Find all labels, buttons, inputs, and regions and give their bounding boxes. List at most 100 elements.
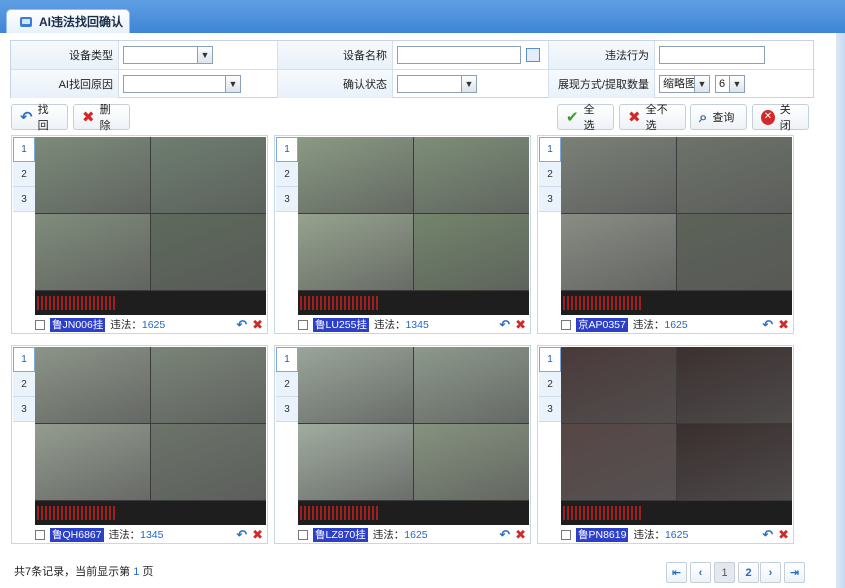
image-tab-2[interactable]: 2 [13, 162, 35, 187]
delete-button[interactable]: ✖ 删除 [73, 104, 130, 132]
device-type-select[interactable]: ▼ [123, 46, 213, 64]
plate-number: 京AP0357 [576, 317, 628, 332]
photo-caption-band [35, 291, 266, 315]
page-2-button[interactable]: 2 [738, 562, 759, 583]
violation-photo[interactable] [561, 347, 792, 525]
restore-icon[interactable]: ↶ [236, 317, 247, 333]
back-button[interactable]: ↶ 找回 [11, 104, 68, 132]
card-caption: 鲁JN006挂 违法：1625 ↶ ✖ [35, 316, 266, 333]
next-page-button[interactable]: › [760, 562, 781, 583]
image-tab-3[interactable]: 3 [539, 397, 561, 422]
title-bar: AI违法找回确认 [0, 0, 845, 33]
photo-quadrant [298, 347, 413, 423]
close-button[interactable]: ✕ 关闭 [752, 104, 809, 132]
chevron-down-icon: ▼ [729, 76, 744, 92]
evidence-card: 1 2 3 鲁QH6867 违法：1345 ↶ ✖ [11, 345, 268, 544]
card-caption: 京AP0357 违法：1625 ↶ ✖ [561, 316, 792, 333]
x-icon: ✖ [82, 108, 95, 126]
image-tab-3[interactable]: 3 [13, 187, 35, 212]
delete-icon[interactable]: ✖ [778, 317, 789, 333]
violation-photo[interactable] [298, 137, 529, 315]
violation-photo[interactable] [561, 137, 792, 315]
picker-icon[interactable] [526, 48, 540, 62]
delete-icon[interactable]: ✖ [515, 317, 526, 333]
photo-quadrant [151, 347, 266, 423]
image-tab-1[interactable]: 1 [13, 137, 35, 162]
photo-quadrant [677, 214, 792, 290]
select-all-button[interactable]: ✔ 全选 [557, 104, 614, 132]
photo-quadrant [151, 424, 266, 500]
device-name-input[interactable] [397, 46, 521, 64]
evidence-card: 1 2 3 鲁LZ870挂 违法：1625 ↶ ✖ [274, 345, 531, 544]
delete-icon[interactable]: ✖ [778, 527, 789, 543]
violation-info: 违法：1345 [108, 529, 164, 541]
image-tab-2[interactable]: 2 [13, 372, 35, 397]
image-tab-1[interactable]: 1 [539, 137, 561, 162]
violation-info: 违法：1345 [373, 319, 429, 331]
delete-icon[interactable]: ✖ [515, 527, 526, 543]
image-tab-2[interactable]: 2 [276, 162, 298, 187]
close-circle-icon: ✕ [761, 109, 775, 125]
delete-icon[interactable]: ✖ [252, 527, 263, 543]
chevron-down-icon: ▼ [197, 47, 212, 63]
select-checkbox[interactable] [298, 529, 308, 540]
select-checkbox[interactable] [35, 529, 45, 540]
chevron-down-icon: ▼ [694, 76, 709, 92]
card-caption: 鲁PN8619 违法：1625 ↶ ✖ [561, 526, 792, 543]
prev-page-button[interactable]: ‹ [690, 562, 711, 583]
violation-info: 违法：1625 [632, 319, 688, 331]
restore-icon[interactable]: ↶ [499, 527, 510, 543]
tab-ai-recovery[interactable]: AI违法找回确认 [6, 9, 130, 33]
display-count-select[interactable]: 6 ▼ [715, 75, 745, 93]
restore-icon[interactable]: ↶ [499, 317, 510, 333]
card-caption: 鲁LU255挂 违法：1345 ↶ ✖ [298, 316, 529, 333]
image-tab-1[interactable]: 1 [276, 347, 298, 372]
photo-quadrant [414, 214, 529, 290]
violation-input[interactable] [659, 46, 765, 64]
reason-select[interactable]: ▼ [123, 75, 241, 93]
first-page-button[interactable]: ⇤ [666, 562, 687, 583]
page-1-button[interactable]: 1 [714, 562, 735, 583]
delete-icon[interactable]: ✖ [252, 317, 263, 333]
photo-quadrant [35, 347, 150, 423]
display-mode-label: 展现方式/提取数量 [548, 70, 655, 98]
filter-form: 设备类型 ▼ 设备名称 违法行为 AI找回原因 ▼ 确认状态 ▼ 展现方式/提取… [10, 40, 815, 98]
restore-icon[interactable]: ↶ [762, 317, 773, 333]
plate-number: 鲁JN006挂 [50, 317, 106, 332]
select-checkbox[interactable] [561, 529, 571, 540]
image-tab-2[interactable]: 2 [539, 162, 561, 187]
tab-title: AI违法找回确认 [39, 15, 124, 29]
select-checkbox[interactable] [35, 319, 45, 330]
photo-caption-band [298, 501, 529, 525]
image-tab-1[interactable]: 1 [13, 347, 35, 372]
deselect-all-button[interactable]: ✖ 全不选 [619, 104, 686, 132]
confirm-status-select[interactable]: ▼ [397, 75, 477, 93]
image-tab-1[interactable]: 1 [276, 137, 298, 162]
image-tab-3[interactable]: 3 [276, 397, 298, 422]
select-checkbox[interactable] [561, 319, 571, 330]
query-button[interactable]: ⌕ 查询 [690, 104, 747, 130]
image-tab-3[interactable]: 3 [539, 187, 561, 212]
select-checkbox[interactable] [298, 319, 308, 330]
evidence-card: 1 2 3 鲁PN8619 违法：1625 ↶ ✖ [537, 345, 794, 544]
image-tab-2[interactable]: 2 [539, 372, 561, 397]
image-tab-2[interactable]: 2 [276, 372, 298, 397]
photo-quadrant [298, 214, 413, 290]
plate-number: 鲁LU255挂 [313, 317, 369, 332]
image-tab-3[interactable]: 3 [13, 397, 35, 422]
violation-photo[interactable] [35, 137, 266, 315]
image-tab-1[interactable]: 1 [539, 347, 561, 372]
evidence-card: 1 2 3 鲁LU255挂 违法：1345 ↶ ✖ [274, 135, 531, 334]
photo-quadrant [298, 137, 413, 213]
last-page-button[interactable]: ⇥ [784, 562, 805, 583]
photo-quadrant [35, 137, 150, 213]
violation-info: 违法：1625 [633, 529, 689, 541]
violation-info: 违法：1625 [110, 319, 166, 331]
undo-icon: ↶ [20, 108, 33, 126]
display-mode-select[interactable]: 缩略图 ▼ [659, 75, 710, 93]
violation-photo[interactable] [298, 347, 529, 525]
restore-icon[interactable]: ↶ [762, 527, 773, 543]
violation-photo[interactable] [35, 347, 266, 525]
image-tab-3[interactable]: 3 [276, 187, 298, 212]
restore-icon[interactable]: ↶ [236, 527, 247, 543]
